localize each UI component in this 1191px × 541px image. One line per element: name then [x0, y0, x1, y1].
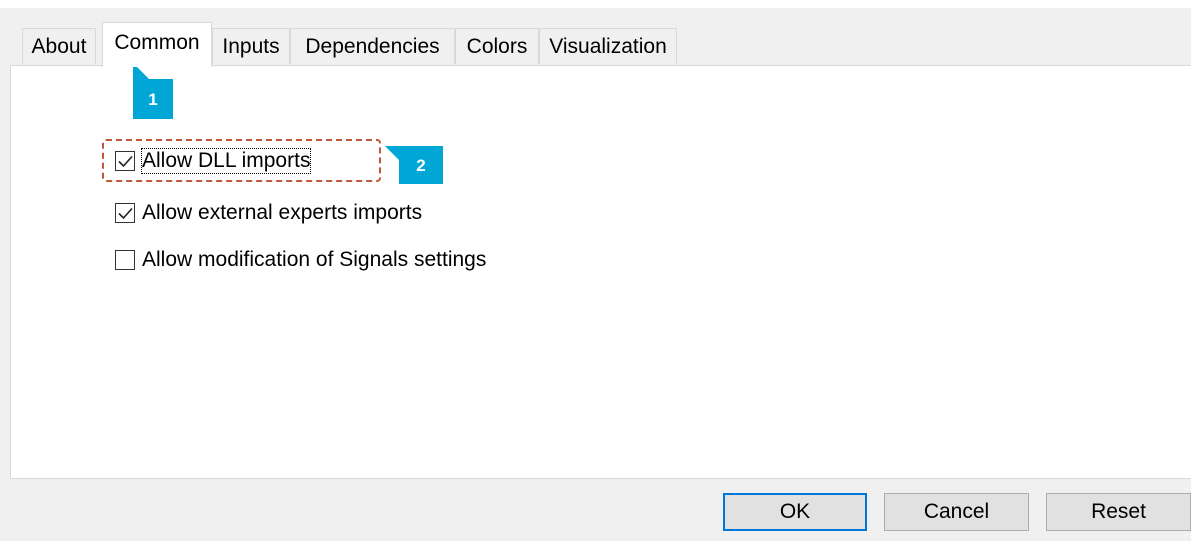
- checkmark-icon: [118, 155, 133, 168]
- allow-dll-imports-checkbox[interactable]: [115, 151, 135, 171]
- callout-badge-1: 1: [133, 79, 173, 119]
- allow-signals-modification-checkbox[interactable]: [115, 250, 135, 270]
- top-margin: [0, 0, 1191, 8]
- tab-colors[interactable]: Colors: [455, 28, 539, 64]
- allow-external-experts-option[interactable]: Allow external experts imports: [115, 200, 422, 226]
- callout-pointer: [385, 146, 399, 160]
- allow-dll-imports-option[interactable]: Allow DLL imports: [115, 148, 312, 174]
- allow-external-experts-checkbox[interactable]: [115, 203, 135, 223]
- tab-visualization[interactable]: Visualization: [539, 28, 677, 64]
- cancel-button[interactable]: Cancel: [884, 493, 1029, 531]
- tab-common[interactable]: Common: [102, 22, 212, 67]
- allow-external-experts-label: Allow external experts imports: [142, 201, 423, 224]
- allow-dll-imports-label: Allow DLL imports: [140, 148, 312, 174]
- tab-dependencies[interactable]: Dependencies: [290, 28, 455, 64]
- checkmark-icon: [118, 207, 133, 220]
- callout-badge-2: 2: [399, 146, 443, 184]
- tab-inputs[interactable]: Inputs: [212, 28, 290, 64]
- reset-button[interactable]: Reset: [1046, 493, 1191, 531]
- ok-button[interactable]: OK: [723, 493, 867, 531]
- tab-about[interactable]: About: [22, 28, 96, 64]
- allow-signals-modification-label: Allow modification of Signals settings: [142, 248, 487, 271]
- allow-signals-modification-option[interactable]: Allow modification of Signals settings: [115, 247, 486, 273]
